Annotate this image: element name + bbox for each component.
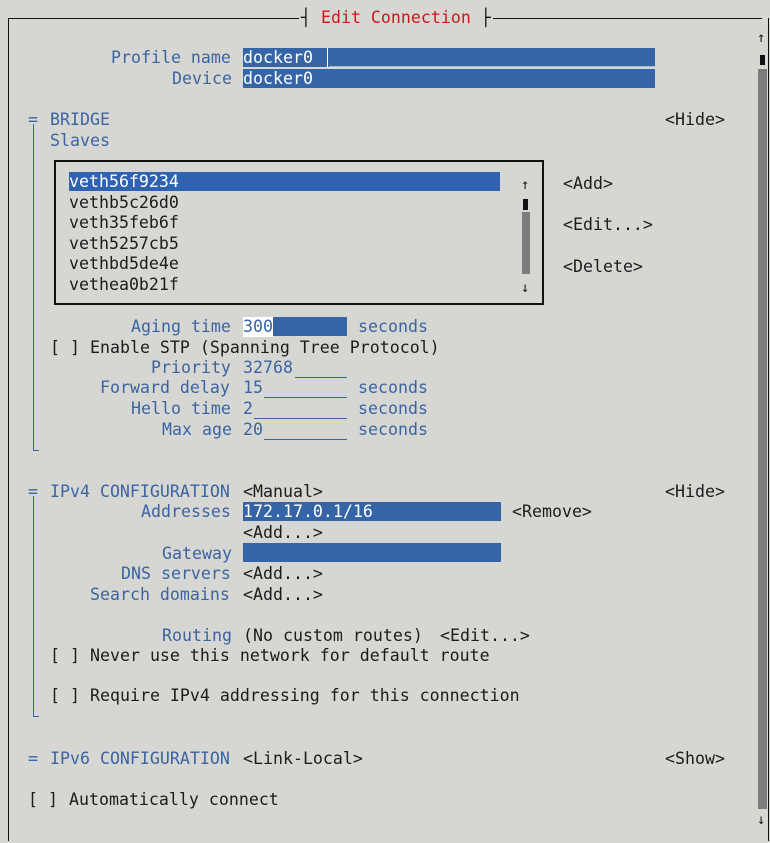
window-frame-left — [8, 18, 9, 841]
priority-input[interactable]: 32768 — [243, 358, 293, 378]
slave-item-selected[interactable]: veth56f9234 — [69, 172, 500, 191]
stp-checkbox[interactable]: [ ] — [50, 338, 80, 358]
ipv6-heading: IPv6 CONFIGURATION — [50, 749, 230, 768]
list-scrollbar-thumb[interactable] — [523, 199, 528, 210]
device-value: docker0 — [243, 69, 313, 88]
aging-time-value: 300 — [243, 317, 273, 337]
add-address-button[interactable]: <Add...> — [243, 523, 323, 543]
ipv6-method-dropdown[interactable]: <Link-Local> — [243, 749, 363, 769]
stp-label: Enable STP (Spanning Tree Protocol) — [90, 338, 440, 357]
hello-time-label: Hello time — [131, 399, 231, 418]
add-dns-button[interactable]: <Add...> — [243, 564, 323, 584]
profile-name-underline — [329, 66, 655, 67]
never-default-label: Never use this network for default route — [90, 646, 490, 665]
ipv4-method-dropdown[interactable]: <Manual> — [243, 482, 323, 502]
scroll-down-arrow-icon[interactable]: ↓ — [757, 810, 765, 830]
priority-label: Priority — [151, 358, 231, 377]
hello-time-unit: seconds — [358, 399, 428, 418]
title-left-bracket: ┤ — [301, 8, 321, 27]
hello-time-input[interactable]: 2 — [243, 399, 253, 419]
search-domains-label: Search domains — [90, 585, 230, 604]
list-scroll-down-icon[interactable]: ↓ — [521, 278, 529, 298]
main-scrollbar-thumb[interactable] — [760, 55, 765, 65]
auto-connect-label: Automatically connect — [69, 790, 279, 809]
profile-name-label: Profile name — [111, 48, 231, 67]
address-input[interactable]: 172.17.0.1/16 — [243, 502, 501, 521]
main-scrollbar-track[interactable] — [758, 69, 767, 809]
bridge-section-end — [33, 450, 39, 451]
max-age-input[interactable]: 20 — [243, 420, 263, 440]
edit-slave-button[interactable]: <Edit...> — [563, 215, 653, 235]
routing-value: (No custom routes) — [243, 626, 423, 645]
slave-item-label: veth56f9234 — [69, 172, 179, 191]
list-scrollbar-track[interactable] — [522, 212, 530, 274]
max-age-label: Max age — [162, 420, 232, 439]
profile-name-value: docker0 — [243, 48, 313, 67]
hello-time-underline — [254, 418, 347, 419]
bridge-hide-button[interactable]: <Hide> — [665, 110, 725, 130]
require-ipv4-label: Require IPv4 addressing for this connect… — [90, 686, 520, 705]
title-right-bracket: ├ — [470, 8, 491, 27]
bridge-heading: BRIDGE — [50, 110, 110, 129]
remove-address-button[interactable]: <Remove> — [512, 502, 592, 522]
bridge-section-bar — [33, 124, 34, 450]
slave-item[interactable]: veth35feb6f — [69, 213, 179, 233]
forward-delay-unit: seconds — [358, 378, 428, 397]
require-ipv4-checkbox[interactable]: [ ] — [50, 686, 80, 706]
gateway-input[interactable] — [243, 543, 501, 562]
device-input[interactable]: docker0 — [243, 69, 655, 88]
forward-delay-underline — [264, 397, 347, 398]
slave-item[interactable]: vethbd5de4e — [69, 254, 179, 274]
window-title: Edit Connection — [320, 8, 471, 27]
add-search-domain-button[interactable]: <Add...> — [243, 585, 323, 605]
priority-underline — [295, 377, 347, 378]
slave-item[interactable]: vethea0b21f — [69, 275, 179, 295]
forward-delay-input[interactable]: 15 — [243, 378, 263, 398]
routing-edit-button[interactable]: <Edit...> — [440, 626, 530, 646]
aging-time-unit: seconds — [358, 317, 428, 336]
auto-connect-checkbox[interactable]: [ ] — [28, 790, 58, 810]
device-label: Device — [172, 69, 232, 88]
max-age-underline — [264, 439, 347, 440]
slave-item[interactable]: veth5257cb5 — [69, 234, 179, 254]
ipv4-hide-button[interactable]: <Hide> — [665, 482, 725, 502]
aging-time-input[interactable]: 300 — [243, 317, 347, 337]
ipv4-heading: IPv4 CONFIGURATION — [50, 482, 230, 501]
ipv6-show-button[interactable]: <Show> — [665, 749, 725, 769]
addresses-label: Addresses — [141, 502, 231, 521]
window-title-wrap: ┤ Edit Connection ├ — [299, 8, 493, 28]
ipv4-section-end — [33, 716, 39, 717]
routing-label: Routing — [162, 626, 232, 645]
scroll-up-arrow-icon[interactable]: ↑ — [757, 28, 765, 48]
delete-slave-button[interactable]: <Delete> — [563, 257, 643, 277]
profile-name-input[interactable]: docker0 — [243, 48, 655, 67]
ipv6-section-marker[interactable]: = — [28, 749, 38, 769]
list-scroll-up-icon[interactable]: ↑ — [521, 175, 529, 195]
ipv4-section-bar — [33, 496, 34, 716]
max-age-unit: seconds — [358, 420, 428, 439]
slave-item[interactable]: vethb5c26d0 — [69, 193, 179, 213]
forward-delay-label: Forward delay — [100, 378, 230, 397]
dns-servers-label: DNS servers — [121, 564, 231, 583]
add-slave-button[interactable]: <Add> — [563, 174, 613, 194]
text-cursor — [327, 48, 328, 67]
slaves-label: Slaves — [50, 131, 110, 150]
gateway-label: Gateway — [162, 544, 232, 563]
window-frame-right — [768, 18, 769, 841]
aging-time-label: Aging time — [131, 317, 231, 336]
address-value: 172.17.0.1/16 — [243, 502, 373, 521]
never-default-checkbox[interactable]: [ ] — [50, 646, 80, 666]
